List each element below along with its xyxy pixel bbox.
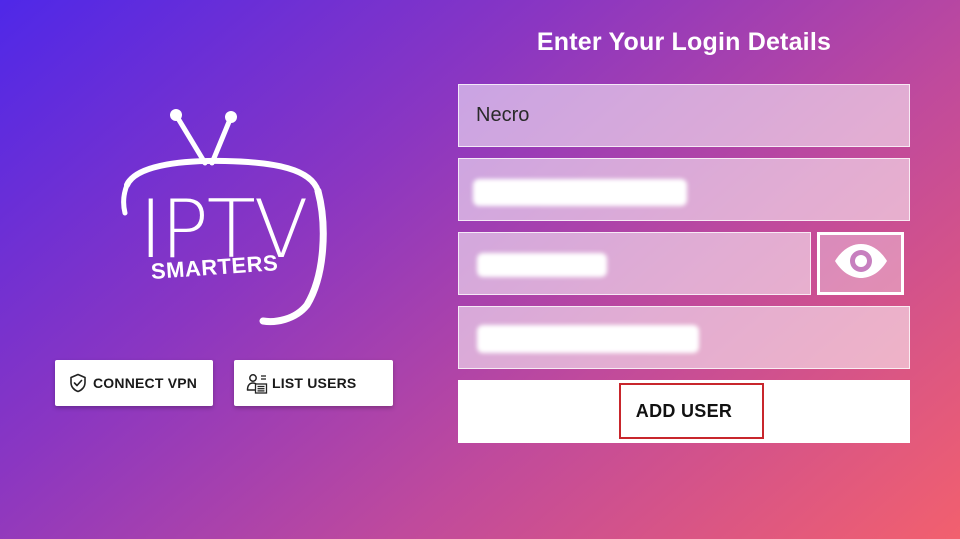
list-users-label: LIST USERS (272, 375, 357, 391)
list-users-button[interactable]: LIST USERS (234, 360, 393, 406)
any-name-input[interactable] (476, 104, 909, 127)
any-name-field[interactable] (458, 84, 910, 147)
redacted-password (477, 253, 607, 277)
redacted-username (473, 179, 687, 206)
add-user-label: ADD USER (635, 401, 733, 421)
connect-vpn-button[interactable]: CONNECT VPN (55, 360, 213, 406)
username-field[interactable] (458, 158, 910, 221)
login-heading: Enter Your Login Details (536, 28, 832, 56)
server-url-field[interactable] (458, 306, 910, 369)
shield-check-icon (67, 372, 89, 394)
user-list-icon (246, 372, 268, 394)
connect-vpn-label: CONNECT VPN (93, 375, 198, 391)
iptv-smarters-logo: IPTV SMARTERS (115, 105, 335, 330)
password-field[interactable] (458, 232, 811, 295)
show-password-toggle[interactable] (817, 232, 904, 295)
eye-icon (833, 243, 889, 284)
add-user-button[interactable]: ADD USER (458, 380, 910, 443)
redacted-url (477, 325, 699, 353)
